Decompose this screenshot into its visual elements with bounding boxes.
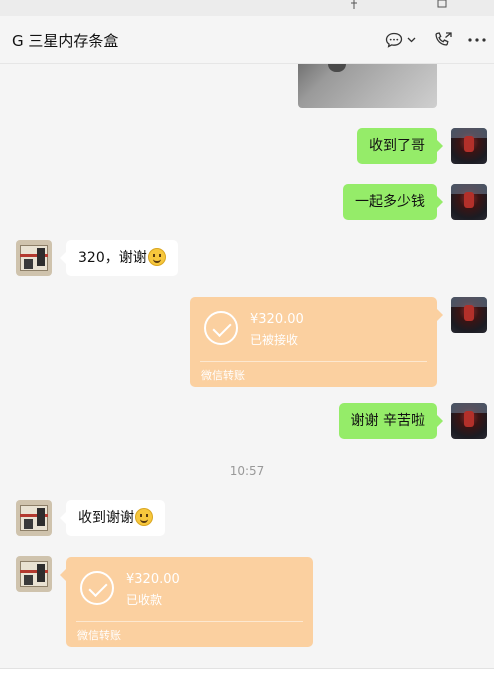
smile-emoji-icon [135, 508, 153, 526]
image-message[interactable] [298, 64, 437, 108]
transfer-amount: ¥320.00 [126, 572, 180, 587]
avatar[interactable] [16, 240, 52, 276]
message-text: 收到谢谢 [78, 510, 134, 526]
maximize-icon[interactable] [432, 0, 452, 16]
avatar[interactable] [16, 556, 52, 592]
avatar[interactable] [451, 128, 487, 164]
avatar[interactable] [16, 500, 52, 536]
more-icon[interactable] [466, 28, 488, 52]
message-bubble-sent[interactable]: 收到了哥 [357, 128, 443, 164]
message-timestamp: 10:57 [229, 464, 265, 478]
transfer-amount: ¥320.00 [250, 312, 304, 327]
transfer-footer: 微信转账 [77, 629, 121, 642]
message-bubble-sent[interactable]: 一起多少钱 [343, 184, 443, 220]
check-circle-icon [204, 311, 238, 345]
chat-bubble-icon[interactable] [384, 28, 404, 52]
message-bubble-sent[interactable]: 谢谢 辛苦啦 [338, 403, 444, 439]
transfer-card-received[interactable]: ¥320.00 已收款 微信转账 [60, 557, 313, 647]
message-text: 320，谢谢 [78, 250, 147, 266]
message-input-area[interactable] [0, 668, 494, 681]
chat-title: G 三星内存条盒 [12, 32, 119, 50]
window-titlebar [0, 0, 494, 16]
smile-emoji-icon [147, 248, 166, 266]
transfer-footer: 微信转账 [201, 369, 245, 382]
transfer-status: 已收款 [126, 593, 163, 607]
transfer-status: 已被接收 [250, 333, 299, 347]
phone-icon[interactable] [432, 28, 454, 52]
chevron-down-icon[interactable] [405, 28, 417, 52]
message-bubble-received[interactable]: 收到谢谢 [60, 500, 165, 536]
transfer-card-sent[interactable]: ¥320.00 已被接收 微信转账 [190, 297, 443, 387]
check-circle-icon [80, 571, 114, 605]
avatar[interactable] [451, 297, 487, 333]
pin-icon[interactable] [344, 0, 364, 16]
chat-message-list[interactable]: 收到了哥 一起多少钱 320，谢谢 ¥320.00 已被接收 微信转账 谢谢 辛… [0, 64, 494, 668]
chat-header: G 三星内存条盒 [0, 16, 494, 64]
avatar[interactable] [451, 184, 487, 220]
avatar[interactable] [451, 403, 487, 439]
message-bubble-received[interactable]: 320，谢谢 [60, 240, 178, 276]
